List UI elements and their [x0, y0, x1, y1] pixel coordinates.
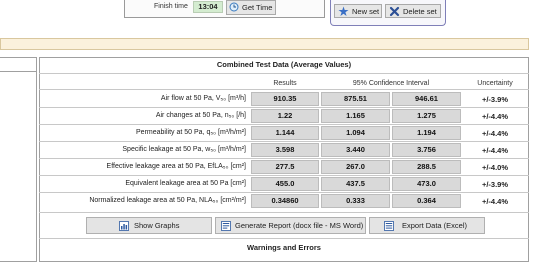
row-divider [39, 107, 529, 108]
row-label: Air changes at 50 Pa, n₅₀ [/h] [155, 112, 246, 119]
left-panel [0, 57, 37, 262]
ci-high-value: 946.61 [392, 92, 461, 106]
ci-low-value: 0.333 [321, 194, 390, 208]
row-label: Specific leakage at 50 Pa, w₅₀ [m³/h/m²] [122, 146, 246, 153]
ci-low-value: 3.440 [321, 143, 390, 157]
generate-report-label: Generate Report (docx file - MS Word) [235, 221, 364, 230]
finish-time-label: Finish time [154, 3, 188, 10]
delete-set-button[interactable]: Delete set [385, 4, 441, 18]
warnings-title: Warnings and Errors [247, 243, 321, 252]
uncertainty-value: +/-4.0% [481, 163, 509, 172]
ci-high-value: 3.756 [392, 143, 461, 157]
show-graphs-button[interactable]: Show Graphs [86, 217, 212, 234]
result-value: 910.35 [251, 92, 319, 106]
row-label: Air flow at 50 Pa, V₅₀ [m³/h] [160, 95, 246, 102]
row-divider [39, 175, 529, 176]
finish-time-value[interactable]: 13:04 [193, 1, 223, 13]
new-set-label: New set [352, 7, 380, 16]
status-strip [0, 38, 529, 50]
row-label: Equivalent leakage area at 50 Pa [cm²] [125, 180, 246, 187]
result-value: 455.0 [251, 177, 319, 191]
title-divider [39, 73, 529, 74]
excel-icon [384, 221, 394, 231]
ci-low-value: 1.165 [321, 109, 390, 123]
ci-high-value: 288.5 [392, 160, 461, 174]
uncertainty-value: +/-4.4% [481, 129, 509, 138]
ci-high-value: 0.364 [392, 194, 461, 208]
col-uncertainty-header: Uncertainty [477, 80, 513, 87]
result-value: 1.22 [251, 109, 319, 123]
row-label: Permeability at 50 Pa, q₅₀ [m³/h/m²] [136, 129, 246, 136]
ci-high-value: 1.275 [392, 109, 461, 123]
uncertainty-value: +/-4.4% [481, 146, 509, 155]
combined-test-title: Combined Test Data (Average Values) [216, 60, 352, 69]
clock-icon [229, 2, 239, 12]
rows-divider [39, 212, 529, 213]
result-value: 277.5 [251, 160, 319, 174]
get-time-label: Get Time [242, 3, 273, 12]
header-divider [39, 89, 529, 90]
ci-low-value: 437.5 [321, 177, 390, 191]
export-data-label: Export Data (Excel) [402, 221, 468, 230]
uncertainty-value: +/-3.9% [481, 95, 509, 104]
export-data-button[interactable]: Export Data (Excel) [369, 217, 485, 234]
graph-icon [119, 221, 129, 231]
uncertainty-value: +/-4.4% [481, 197, 509, 206]
row-divider [39, 192, 529, 193]
result-value: 3.598 [251, 143, 319, 157]
x-delete-icon [389, 6, 400, 17]
row-divider [39, 141, 529, 142]
col-ci-header: 95% Confidence Interval [352, 80, 430, 87]
ci-low-value: 875.51 [321, 92, 390, 106]
row-label: Effective leakage area at 50 Pa, EfLA₅₀ … [106, 163, 246, 170]
row-divider [39, 158, 529, 159]
ci-low-value: 267.0 [321, 160, 390, 174]
row-label: Normalized leakage area at 50 Pa, NLA₅₀ … [89, 197, 246, 204]
row-divider [39, 124, 529, 125]
show-graphs-label: Show Graphs [134, 221, 180, 230]
warnings-divider [39, 238, 529, 239]
ci-high-value: 1.194 [392, 126, 461, 140]
uncertainty-value: +/-4.4% [481, 112, 509, 121]
star-icon [338, 6, 349, 16]
new-set-button[interactable]: New set [334, 4, 382, 18]
get-time-button[interactable]: Get Time [226, 0, 276, 15]
word-doc-icon [221, 221, 231, 231]
col-results-header: Results [273, 80, 297, 87]
right-gutter [529, 30, 540, 271]
result-value: 1.144 [251, 126, 319, 140]
uncertainty-value: +/-3.9% [481, 180, 509, 189]
result-value: 0.34860 [251, 194, 319, 208]
left-panel-header [0, 58, 36, 72]
delete-set-label: Delete set [403, 7, 437, 16]
ci-high-value: 473.0 [392, 177, 461, 191]
generate-report-button[interactable]: Generate Report (docx file - MS Word) [215, 217, 366, 234]
ci-low-value: 1.094 [321, 126, 390, 140]
